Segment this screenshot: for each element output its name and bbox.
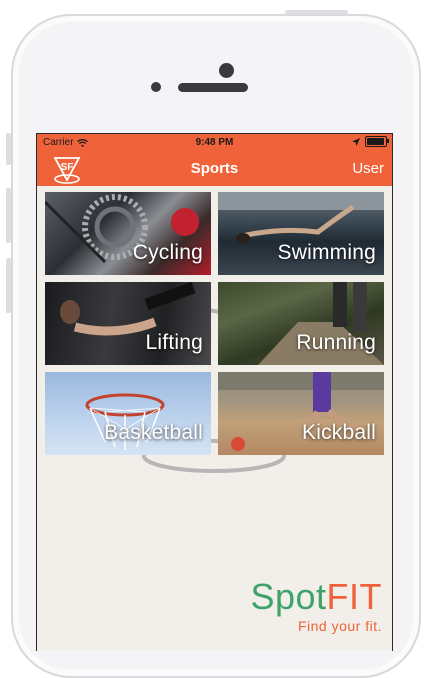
sport-label: Swimming [277, 241, 376, 264]
brand-wordmark: SpotFIT [250, 576, 382, 618]
app-screen: Carrier 9:48 PM SF Sports User Cycling S… [36, 133, 393, 651]
sport-label: Running [296, 331, 376, 354]
location-icon [352, 137, 360, 146]
sport-tile-running[interactable]: Running [218, 282, 384, 365]
volume-down-button [6, 258, 11, 313]
sport-tile-kickball[interactable]: Kickball [218, 372, 384, 455]
power-button [285, 10, 348, 15]
mute-switch [6, 133, 11, 165]
sport-label: Kickball [302, 421, 376, 444]
sport-label: Cycling [132, 241, 203, 264]
sport-tile-swimming[interactable]: Swimming [218, 192, 384, 275]
user-button[interactable]: User [352, 160, 384, 177]
sport-label: Lifting [145, 331, 203, 354]
sport-label: Basketball [104, 421, 203, 444]
status-bar: Carrier 9:48 PM [37, 134, 392, 152]
front-camera [219, 63, 234, 78]
sport-tile-cycling[interactable]: Cycling [45, 192, 211, 275]
battery-icon [365, 136, 389, 147]
page-title: Sports [190, 160, 239, 177]
brand-name-fit: FIT [326, 576, 382, 617]
navigation-bar: SF Sports User [37, 152, 392, 186]
proximity-sensor [151, 82, 161, 92]
clock: 9:48 PM [195, 137, 234, 148]
brand-name-spot: Spot [250, 576, 327, 617]
brand-tagline: Find your fit. [297, 618, 382, 634]
sport-tile-basketball[interactable]: Basketball [45, 372, 211, 455]
sport-tile-lifting[interactable]: Lifting [45, 282, 211, 365]
volume-up-button [6, 188, 11, 243]
earpiece-speaker [178, 83, 248, 92]
